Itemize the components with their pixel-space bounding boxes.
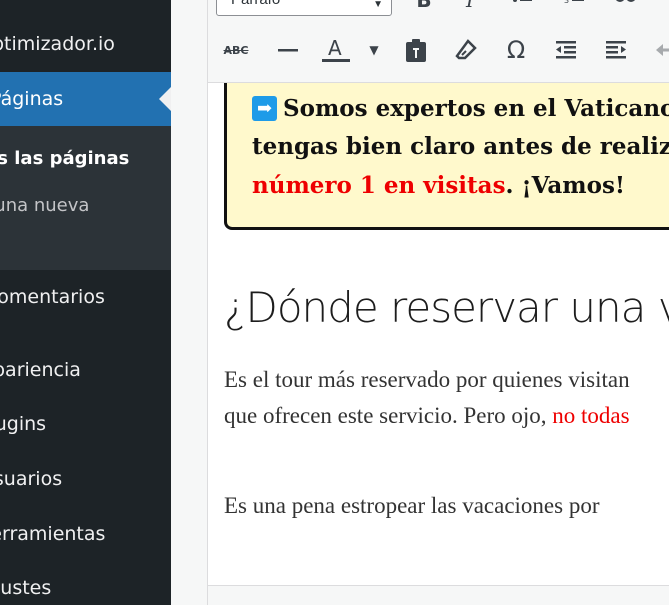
blockquote-icon[interactable] <box>610 0 642 16</box>
active-indicator <box>159 87 171 111</box>
sidebar-item-paginas[interactable]: Páginas <box>0 72 171 126</box>
numbered-list-icon[interactable]: 3 <box>558 0 590 16</box>
indent-icon[interactable] <box>600 34 632 66</box>
sidebar-submenu: Todas las páginas Añadir una nueva <box>0 126 171 270</box>
sidebar-item-optimizador[interactable]: ptimizador.io <box>0 33 171 63</box>
text-color-dropdown-icon[interactable]: ▼ <box>358 34 390 66</box>
notice-text: . ¡Vamos! <box>505 172 626 199</box>
classic-editor: Párrafo ▼ B I 3 ABC A ▼ Ω <box>207 0 669 605</box>
format-select-value: Párrafo <box>231 0 280 8</box>
bold-icon[interactable]: B <box>408 0 440 16</box>
submenu-item-todas-las-paginas[interactable]: Todas las páginas <box>0 148 129 169</box>
sidebar-item-label: Ajustes <box>0 577 52 599</box>
editor-content[interactable]: ➡ Somos expertos en el Vaticano tengas bi… <box>208 83 669 585</box>
special-character-icon[interactable]: Ω <box>500 34 532 66</box>
paragraph-1-line-2: que ofrecen este servicio. Pero ojo, no … <box>224 403 630 429</box>
paragraph-1-line-1: Es el tour más reservado por quienes vis… <box>224 367 630 392</box>
notice-text: Somos expertos en el Vaticano <box>283 95 669 122</box>
format-select[interactable]: Párrafo ▼ <box>216 0 392 16</box>
editor-toolbar: Párrafo ▼ B I 3 ABC A ▼ Ω <box>208 0 669 83</box>
paragraph-2: Es una pena estropear las vacaciones por <box>224 493 600 518</box>
admin-sidebar: ptimizador.io Páginas Todas las páginas … <box>0 0 171 605</box>
svg-text:A: A <box>328 36 342 60</box>
content-heading: ¿Dónde reservar una visita <box>224 283 669 332</box>
sidebar-item-label: ptimizador.io <box>0 33 115 55</box>
notice-highlight: número 1 en visitas <box>252 172 506 199</box>
paste-as-text-icon[interactable] <box>400 34 432 66</box>
bullet-list-icon[interactable] <box>506 0 538 16</box>
submenu-item-anadir-nueva[interactable]: Añadir una nueva <box>0 195 89 216</box>
paragraph-text: que ofrecen este servicio. Pero ojo, <box>224 403 553 428</box>
sidebar-item-label: Herramientas <box>0 523 106 545</box>
sidebar-item-label: Apariencia <box>0 359 81 381</box>
sidebar-item-label: Comentarios <box>0 286 105 308</box>
editor-margin <box>171 0 207 605</box>
paragraph-highlight: no todas <box>552 403 630 428</box>
horizontal-line-icon[interactable] <box>272 34 304 66</box>
notice-box: ➡ Somos expertos en el Vaticano tengas bi… <box>224 83 669 230</box>
sidebar-item-label: Páginas <box>0 88 64 110</box>
notice-line-3: número 1 en visitas. ¡Vamos! <box>252 172 625 199</box>
strikethrough-icon[interactable]: ABC <box>220 34 252 66</box>
sidebar-item-label: Plugins <box>0 413 47 435</box>
clear-formatting-icon[interactable] <box>450 34 482 66</box>
italic-icon[interactable]: I <box>454 0 486 16</box>
sidebar-item-label: Usuarios <box>0 468 63 490</box>
notice-line-1: ➡ Somos expertos en el Vaticano <box>252 95 669 122</box>
arrow-right-icon: ➡ <box>252 96 277 121</box>
undo-icon[interactable] <box>648 34 669 66</box>
editor-status-bar <box>208 585 669 605</box>
outdent-icon[interactable] <box>550 34 582 66</box>
notice-line-2: tengas bien claro antes de realizar <box>252 133 669 160</box>
svg-text:3: 3 <box>564 0 569 5</box>
text-color-icon[interactable]: A <box>320 34 352 66</box>
chevron-down-icon: ▼ <box>373 0 383 10</box>
